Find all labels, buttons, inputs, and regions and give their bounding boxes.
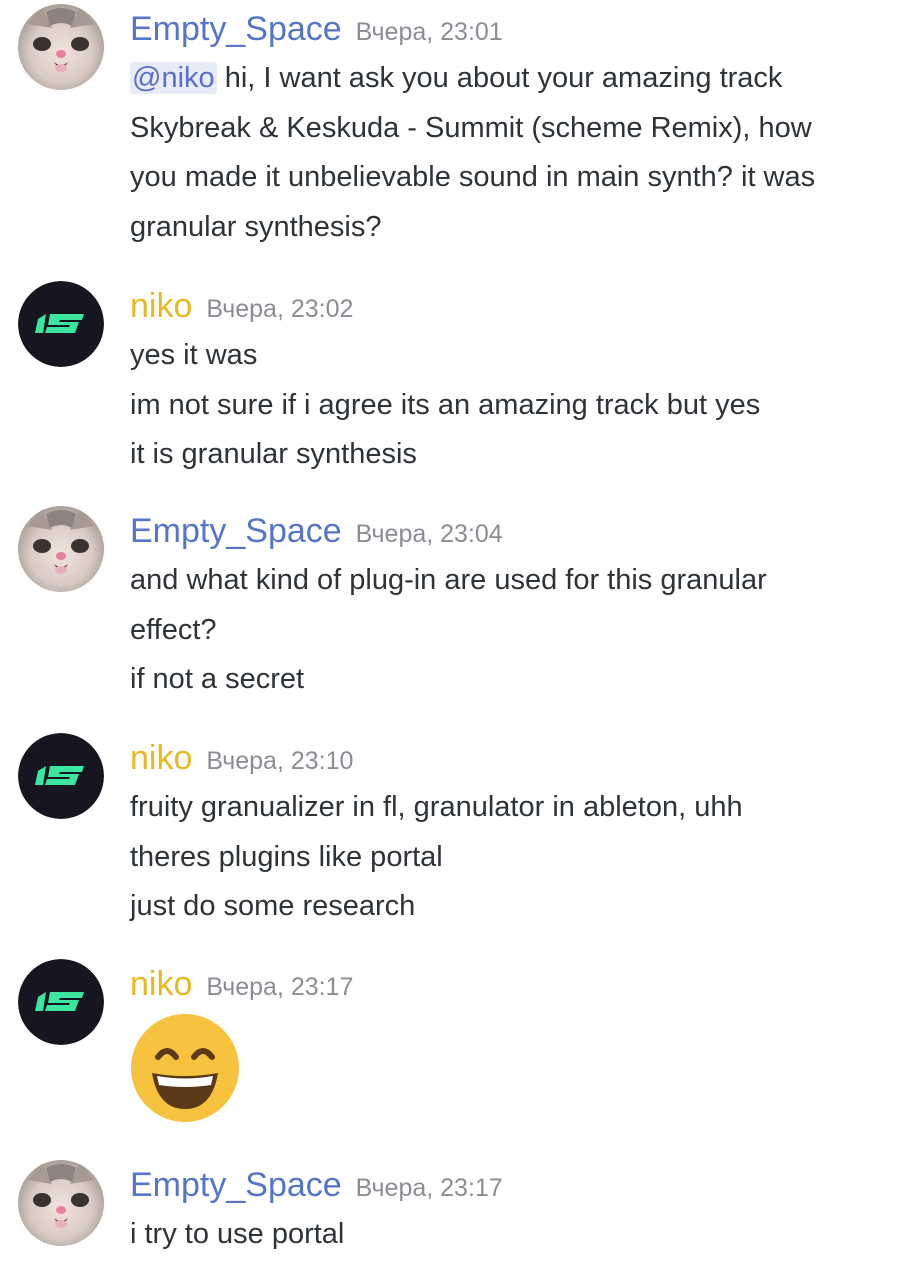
timestamp: Вчера, 23:01 <box>355 18 503 46</box>
message-header: niko Вчера, 23:02 <box>130 281 900 331</box>
message-header: Empty_Space Вчера, 23:04 <box>130 506 900 556</box>
username[interactable]: Empty_Space <box>130 4 342 54</box>
message-line: fruity granualizer in fl, granulator in … <box>130 791 743 823</box>
cat-avatar-image <box>18 1160 104 1246</box>
message-line: effect? <box>130 613 217 646</box>
niko-logo-avatar[interactable] <box>18 281 104 367</box>
message-line: if not a secret <box>130 663 305 695</box>
username[interactable]: niko <box>130 733 192 783</box>
message-line: you made it unbelievable sound in main s… <box>130 161 816 193</box>
message-line: i try to use portal <box>130 1218 345 1250</box>
message-line: it is granular synthesis <box>130 438 417 470</box>
message-header: Empty_Space Вчера, 23:17 <box>130 1160 900 1210</box>
timestamp: Вчера, 23:17 <box>355 1174 503 1202</box>
timestamp: Вчера, 23:17 <box>206 973 354 1001</box>
username[interactable]: Empty_Space <box>130 1160 342 1210</box>
message-line: theres plugins like portal <box>130 840 443 873</box>
message-content: Empty_Space Вчера, 23:04 and what kind o… <box>130 506 900 705</box>
message-content: niko Вчера, 23:10 fruity granualizer in … <box>130 733 900 932</box>
username[interactable]: niko <box>130 281 192 331</box>
niko-logo-icon <box>18 959 104 1045</box>
message-content: Empty_Space Вчера, 23:17 i try to use po… <box>130 1160 900 1260</box>
timestamp: Вчера, 23:02 <box>206 295 354 323</box>
username[interactable]: Empty_Space <box>130 506 342 556</box>
message-line: Skybreak & Keskuda - Summit (scheme Remi… <box>130 111 812 144</box>
message-line: yes it was <box>130 339 258 371</box>
user-mention[interactable]: @niko <box>130 62 217 94</box>
message-line: @niko hi, I want ask you about your amaz… <box>130 54 900 104</box>
cat-avatar[interactable] <box>18 4 104 90</box>
timestamp: Вчера, 23:04 <box>355 520 503 548</box>
message-header: niko Вчера, 23:10 <box>130 733 900 783</box>
message-content: niko Вчера, 23:17 <box>130 959 900 1123</box>
niko-logo-icon <box>18 281 104 367</box>
cat-avatar-image <box>18 4 104 90</box>
niko-logo-avatar[interactable] <box>18 959 104 1045</box>
message-header: niko Вчера, 23:17 <box>130 959 900 1009</box>
message-line: granular synthesis? <box>130 210 382 243</box>
cat-avatar[interactable] <box>18 506 104 592</box>
grinning-smile-emoji[interactable] <box>130 1013 240 1123</box>
message-line: and what kind of plug-in are used for th… <box>130 564 767 596</box>
username[interactable]: niko <box>130 959 192 1009</box>
message-content: niko Вчера, 23:02 yes it was im not sure… <box>130 281 900 480</box>
niko-logo-icon <box>18 733 104 819</box>
message-line: im not sure if i agree its an amazing tr… <box>130 388 761 421</box>
message-content: Empty_Space Вчера, 23:01 @niko hi, I wan… <box>130 4 900 252</box>
message-text: hi, I want ask you about your amazing tr… <box>216 62 783 94</box>
niko-logo-avatar[interactable] <box>18 733 104 819</box>
timestamp: Вчера, 23:10 <box>206 747 354 775</box>
cat-avatar-image <box>18 506 104 592</box>
grinning-smile-emoji-icon <box>131 1014 239 1122</box>
message-header: Empty_Space Вчера, 23:01 <box>130 4 900 54</box>
cat-avatar[interactable] <box>18 1160 104 1246</box>
message-line: just do some research <box>130 890 416 922</box>
